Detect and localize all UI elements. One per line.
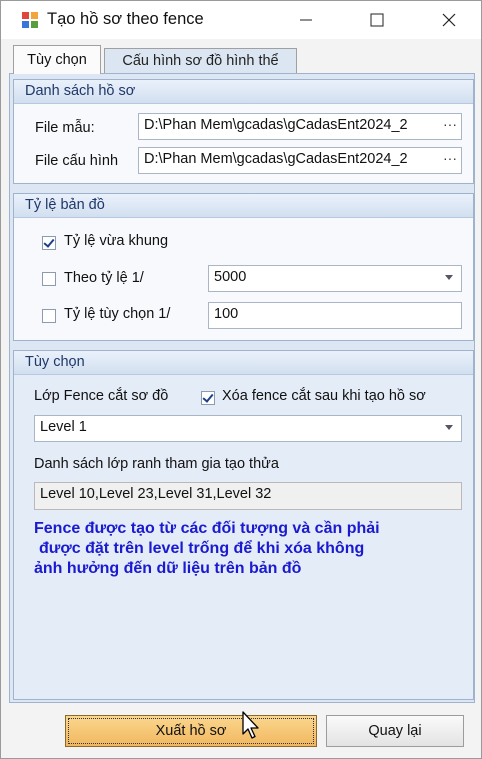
fence-layer-value: Level 1 — [40, 419, 87, 435]
config-file-field[interactable]: D:\Phan Mem\gcadas\gCadasEnt2024_2 ··· — [138, 147, 462, 174]
window-title: Tạo hồ sơ theo fence — [47, 10, 204, 28]
delete-fence-checkbox[interactable] — [201, 391, 215, 405]
custom-scale-label: Tỷ lệ tùy chọn 1/ — [64, 306, 171, 322]
tab-options[interactable]: Tùy chọn — [13, 45, 101, 74]
template-file-field[interactable]: D:\Phan Mem\gcadas\gCadasEnt2024_2 ··· — [138, 113, 462, 140]
by-scale-select[interactable]: 5000 — [208, 265, 462, 292]
title-bar: Tạo hồ sơ theo fence — [1, 1, 481, 39]
delete-fence-label: Xóa fence cắt sau khi tạo hồ sơ — [222, 388, 426, 404]
template-file-value: D:\Phan Mem\gcadas\gCadasEnt2024_2 — [144, 117, 408, 133]
custom-scale-input[interactable]: 100 — [208, 302, 462, 329]
map-scale-group: Tỷ lệ bản đồ Tỷ lệ vừa khung Theo tỷ lệ … — [13, 193, 474, 341]
boundary-layers-value: Level 10,Level 23,Level 31,Level 32 — [40, 486, 272, 502]
template-file-label: File mẫu: — [35, 120, 95, 136]
fence-note-line2: được đặt trên level trống để khi xóa khô… — [39, 540, 365, 557]
custom-scale-checkbox[interactable] — [42, 309, 56, 323]
fence-layer-select[interactable]: Level 1 — [34, 415, 462, 442]
app-icon — [22, 12, 38, 28]
chevron-down-icon — [445, 425, 453, 430]
fence-note: Fence được tạo từ các đối tượng và cần p… — [34, 519, 464, 579]
by-scale-label: Theo tỷ lệ 1/ — [64, 270, 144, 286]
minimize-icon — [300, 19, 312, 21]
export-profile-button[interactable]: Xuất hồ sơ — [65, 715, 317, 747]
dialog-window: Tạo hồ sơ theo fence Tùy chọn Cấu hình s… — [0, 0, 482, 759]
by-scale-checkbox[interactable] — [42, 272, 56, 286]
map-scale-header: Tỷ lệ bản đồ — [14, 194, 473, 218]
fit-frame-label: Tỷ lệ vừa khung — [64, 233, 169, 249]
close-button[interactable] — [425, 1, 473, 39]
profile-list-group: Danh sách hồ sơ File mẫu: D:\Phan Mem\gc… — [13, 79, 474, 184]
close-icon — [442, 13, 456, 27]
back-button[interactable]: Quay lại — [326, 715, 464, 747]
template-browse-button[interactable]: ··· — [441, 116, 457, 132]
maximize-icon — [370, 13, 384, 27]
maximize-button[interactable] — [353, 1, 401, 39]
boundary-layers-field[interactable]: Level 10,Level 23,Level 31,Level 32 — [34, 482, 462, 510]
tab-shape-diagram-config[interactable]: Cấu hình sơ đồ hình thể — [104, 48, 297, 73]
custom-scale-value: 100 — [214, 306, 239, 322]
boundary-layers-label: Danh sách lớp ranh tham gia tạo thửa — [34, 456, 279, 472]
by-scale-value: 5000 — [214, 269, 247, 285]
config-file-value: D:\Phan Mem\gcadas\gCadasEnt2024_2 — [144, 151, 408, 167]
fence-note-line1: Fence được tạo từ các đối tượng và cần p… — [34, 520, 380, 537]
fence-note-line3: ảnh hưởng đến dữ liệu trên bản đồ — [34, 560, 302, 577]
config-browse-button[interactable]: ··· — [441, 150, 457, 166]
profile-list-header: Danh sách hồ sơ — [14, 80, 473, 104]
fence-layer-label: Lớp Fence cắt sơ đồ — [34, 388, 169, 404]
config-file-label: File cấu hình — [35, 153, 119, 169]
mouse-cursor-icon — [242, 711, 259, 739]
options-header: Tùy chọn — [14, 351, 473, 375]
fit-frame-checkbox[interactable] — [42, 236, 56, 250]
chevron-down-icon — [445, 275, 453, 280]
minimize-button[interactable] — [282, 1, 330, 39]
options-group: Tùy chọn Lớp Fence cắt sơ đồ Xóa fence c… — [13, 350, 474, 700]
